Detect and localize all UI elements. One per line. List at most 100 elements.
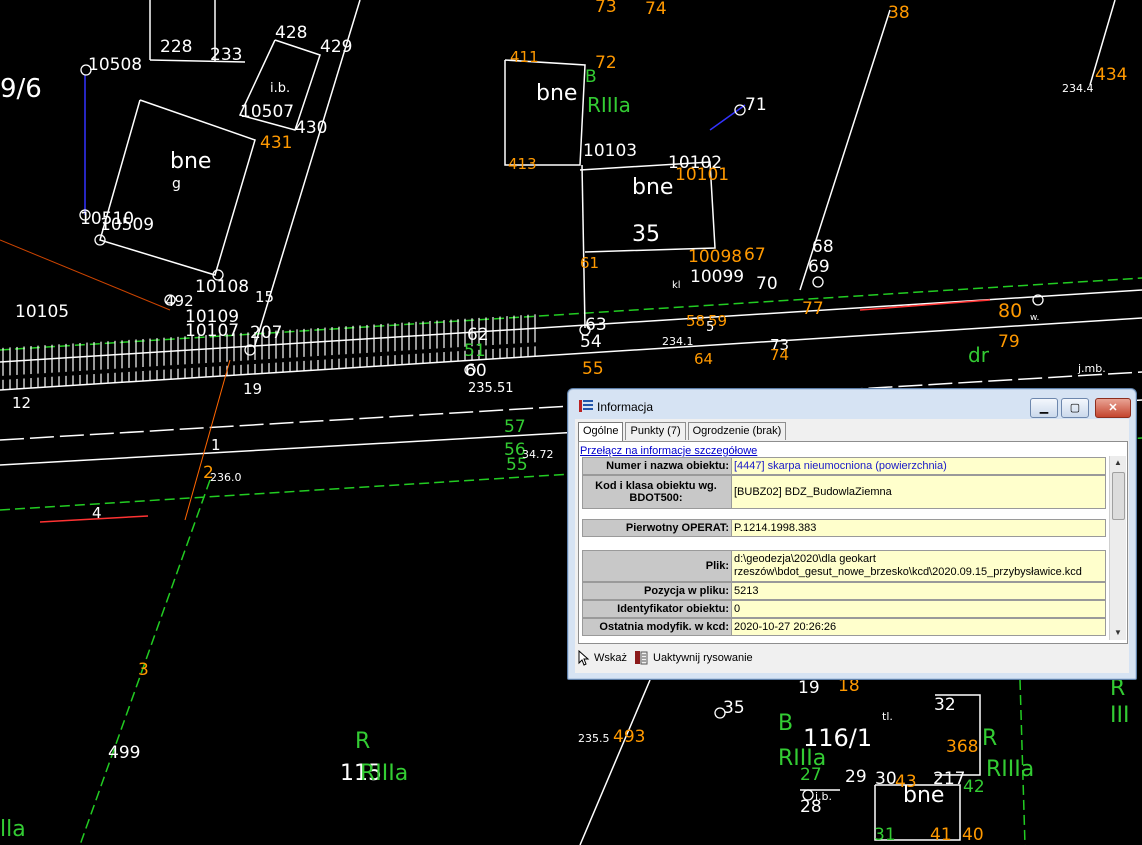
row-label: Pozycja w pliku: [582, 582, 732, 600]
map-label: 235.5 [578, 732, 610, 745]
map-label: R [355, 729, 370, 754]
detail-info-link[interactable]: Przełącz na informacje szczegółowe [580, 445, 757, 457]
map-label: bne [170, 149, 211, 174]
map-label: j.mb. [1077, 362, 1106, 375]
table-row: Pozycja w pliku: 5213 [582, 582, 1106, 600]
map-label: RIIIa [986, 757, 1034, 782]
row-value: [4447] skarpa nieumocniona (powierzchnia… [732, 457, 1106, 475]
map-label: 42 [963, 777, 985, 797]
window-body: Ogólne Punkty (7) Ogrodzenie (brak) Prze… [575, 419, 1129, 673]
map-label: 3 [138, 660, 149, 680]
map-label: 207 [250, 323, 282, 343]
map-label: 19 [798, 678, 820, 698]
row-value: 2020-10-27 20:26:26 [732, 618, 1106, 636]
map-label: lla [0, 817, 26, 842]
map-label: 116/1 [803, 724, 872, 752]
map-label: g [172, 176, 181, 192]
map-label: bne [632, 175, 673, 200]
map-label: 4 [92, 504, 102, 522]
map-label: 69 [808, 257, 830, 277]
map-label: 493 [613, 727, 645, 747]
cursor-arrow-icon [578, 650, 590, 666]
survey-point-marker [734, 104, 746, 116]
map-label: 10107 [185, 321, 239, 341]
map-label: 10105 [15, 302, 69, 322]
map-label: B [585, 67, 597, 87]
map-label: 27 [800, 765, 822, 785]
map-label: i.b. [815, 790, 832, 803]
point-button[interactable]: Wskaż [578, 650, 627, 666]
map-label: 35 [632, 222, 660, 247]
map-label: 29 [845, 767, 867, 787]
table-row: Ostatnia modyfik. w kcd: 2020-10-27 20:2… [582, 618, 1106, 636]
close-button[interactable]: ✕ [1095, 398, 1131, 418]
map-label: 228 [160, 37, 192, 57]
map-label: 19 [243, 380, 262, 398]
map-label: 1 [211, 436, 221, 454]
map-label: 10099 [690, 267, 744, 287]
map-label: 70 [756, 274, 778, 294]
map-label: 10098 [688, 247, 742, 267]
map-label: 10108 [195, 277, 249, 297]
map-label: 60 [465, 361, 487, 381]
scroll-thumb[interactable] [1112, 472, 1125, 520]
map-label: 10103 [583, 141, 637, 161]
map-label: 35 [723, 698, 745, 718]
table-row: Plik: d:\geodezja\2020\dla geokart rzesz… [582, 550, 1106, 582]
map-label: 80 [998, 300, 1022, 322]
map-label: 12 [12, 394, 31, 412]
map-label: 10507 [240, 102, 294, 122]
row-label: Numer i nazwa obiektu: [582, 457, 732, 475]
row-label: Kod i klasa obiektu wg. BDOT500: [582, 475, 732, 509]
map-label: III [1110, 703, 1129, 728]
scroll-down-icon[interactable]: ▼ [1110, 626, 1126, 640]
maximize-button[interactable]: ▢ [1061, 398, 1089, 418]
activate-drawing-label: Uaktywnij rysowanie [653, 652, 753, 664]
table-icon [579, 400, 593, 412]
row-label: Plik: [582, 550, 732, 582]
map-label: RIIIa [360, 761, 408, 786]
row-label: Identyfikator obiektu: [582, 600, 732, 618]
tab-points[interactable]: Punkty (7) [625, 422, 686, 440]
map-label: 413 [508, 155, 537, 173]
map-label: 71 [745, 95, 767, 115]
row-value: 0 [732, 600, 1106, 618]
map-label: 499 [108, 743, 140, 763]
vertical-scrollbar[interactable]: ▲ ▼ [1109, 456, 1126, 640]
info-window[interactable]: Informacja ▁ ▢ ✕ Ogólne Punkty (7) Ogrod… [567, 388, 1137, 680]
map-label: 10509 [100, 215, 154, 235]
row-value: d:\geodezja\2020\dla geokart rzeszów\bdo… [732, 550, 1106, 582]
map-label: 68 [812, 237, 834, 257]
survey-point-marker [812, 276, 824, 288]
close-icon: ✕ [1108, 401, 1118, 414]
minimize-button[interactable]: ▁ [1030, 398, 1058, 418]
map-label: 58 [686, 312, 705, 330]
scroll-up-icon[interactable]: ▲ [1110, 456, 1126, 470]
map-label: 236.0 [210, 471, 242, 484]
map-label: bne [903, 783, 944, 808]
map-label: R [982, 726, 997, 751]
tab-fence[interactable]: Ogrodzenie (brak) [687, 422, 787, 440]
map-label: bne [536, 81, 577, 106]
map-label: 15 [255, 288, 274, 306]
map-label: 235.51 [468, 381, 514, 396]
map-label: 38 [888, 3, 910, 23]
map-label: 67 [744, 245, 766, 265]
map-label: 428 [275, 23, 307, 43]
row-label: Ostatnia modyfik. w kcd: [582, 618, 732, 636]
map-label: 9/6 [0, 74, 42, 104]
map-label: 79 [998, 332, 1020, 352]
map-label: i.b. [270, 81, 290, 96]
maximize-icon: ▢ [1069, 401, 1081, 414]
table-row: Pierwotny OPERAT: P.1214.1998.383 [582, 519, 1106, 537]
table-row: Numer i nazwa obiektu: [4447] skarpa nie… [582, 457, 1106, 475]
map-label: 430 [295, 118, 327, 138]
map-label: 51 [464, 341, 486, 361]
map-label: dr [968, 343, 990, 367]
activate-drawing-button[interactable]: Uaktywnij rysowanie [633, 650, 753, 666]
map-label: 77 [802, 299, 824, 319]
pencil-icon [635, 651, 648, 665]
map-label: 368 [946, 737, 978, 757]
map-label: kl [672, 280, 681, 291]
tab-general[interactable]: Ogólne [578, 422, 624, 441]
